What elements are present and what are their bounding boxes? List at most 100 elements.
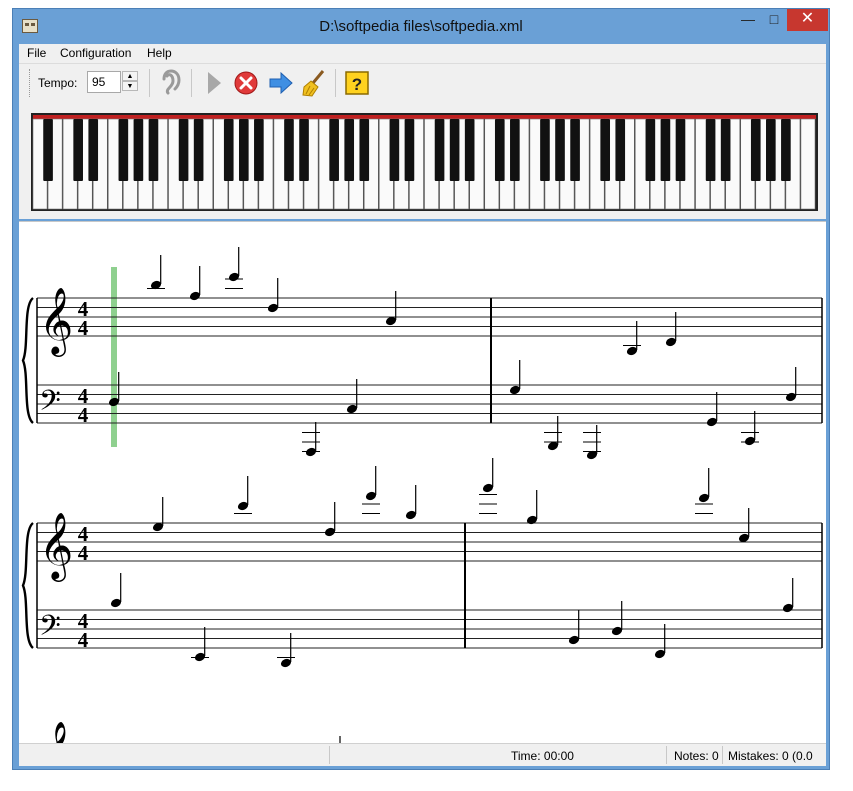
piano-keyboard[interactable] (19, 101, 826, 219)
black-key[interactable] (464, 119, 475, 181)
black-key[interactable] (43, 119, 53, 181)
black-key[interactable] (404, 119, 415, 181)
forward-button[interactable] (268, 69, 294, 97)
black-key[interactable] (555, 119, 565, 181)
black-key[interactable] (178, 119, 189, 181)
black-key[interactable] (299, 119, 309, 181)
black-key[interactable] (148, 119, 159, 181)
note (191, 627, 209, 662)
black-key[interactable] (238, 119, 249, 181)
black-key[interactable] (766, 119, 776, 181)
keyboard-felt (33, 115, 816, 119)
time-sig-bottom: 4 (78, 541, 89, 565)
black-key[interactable] (615, 119, 626, 181)
black-key[interactable] (329, 119, 339, 181)
tempo-input[interactable] (87, 71, 121, 93)
time-sig-bottom: 4 (78, 316, 89, 340)
status-mistakes: Mistakes: 0 (0.0 (728, 749, 813, 763)
black-key[interactable] (750, 119, 761, 181)
menu-bar: File Configuration Help (19, 44, 826, 63)
note (405, 485, 417, 520)
playback-cursor (111, 267, 117, 447)
help-button[interactable]: ? (344, 69, 370, 97)
note (611, 601, 623, 636)
note (706, 392, 718, 427)
black-key[interactable] (284, 119, 294, 181)
note (695, 468, 713, 514)
sheet-music: 𝄞𝄢4444𝄞𝄢4444𝄞4 (21, 247, 823, 744)
note (741, 411, 759, 446)
note (110, 573, 122, 608)
note (152, 497, 164, 532)
black-key[interactable] (675, 119, 686, 181)
note (302, 422, 320, 457)
time-sig-bottom: 4 (78, 403, 89, 427)
ear-icon (162, 69, 181, 95)
black-key[interactable] (449, 119, 460, 181)
black-key[interactable] (223, 119, 234, 181)
toolbar: Tempo: ▲ ▼ (19, 63, 826, 102)
menu-configuration[interactable]: Configuration (60, 46, 131, 60)
minimize-button[interactable]: — (735, 9, 761, 31)
black-key[interactable] (434, 119, 445, 181)
black-key[interactable] (600, 119, 611, 181)
stop-button[interactable] (233, 69, 259, 97)
note (568, 610, 580, 645)
black-key[interactable] (118, 119, 129, 181)
black-key[interactable] (133, 119, 144, 181)
treble-clef: 𝄞 (39, 286, 73, 357)
note (234, 476, 252, 514)
menu-file[interactable]: File (27, 46, 46, 60)
black-key[interactable] (88, 119, 99, 181)
status-notes: Notes: 0 (674, 749, 719, 763)
black-key[interactable] (720, 119, 731, 181)
close-button[interactable]: ✕ (787, 9, 828, 31)
note (544, 416, 562, 451)
status-bar: Time: 00:00 Notes: 0 Mistakes: 0 (0.0 (19, 743, 826, 766)
black-key[interactable] (389, 119, 400, 181)
listen-button[interactable] (159, 69, 185, 97)
black-key[interactable] (781, 119, 791, 181)
note (583, 425, 601, 460)
black-key[interactable] (540, 119, 550, 181)
window-title: D:\softpedia files\softpedia.xml (319, 18, 523, 35)
arrow-right-icon (269, 71, 293, 95)
note (324, 502, 336, 537)
play-button[interactable] (200, 69, 226, 97)
black-key[interactable] (254, 119, 264, 181)
note (189, 266, 201, 301)
maximize-button[interactable]: □ (761, 9, 787, 31)
note (147, 255, 165, 290)
note (509, 360, 521, 395)
help-icon: ? (345, 71, 369, 95)
time-sig-bottom: 4 (78, 628, 89, 652)
black-key[interactable] (344, 119, 355, 181)
black-key[interactable] (494, 119, 505, 181)
note (738, 508, 750, 543)
black-key[interactable] (193, 119, 204, 181)
white-key[interactable] (800, 118, 816, 210)
black-key[interactable] (660, 119, 671, 181)
black-key[interactable] (73, 119, 83, 181)
black-key[interactable] (705, 119, 716, 181)
brace (21, 522, 34, 649)
app-window: D:\softpedia files\softpedia.xml — □ ✕ F… (12, 8, 830, 770)
clear-button[interactable] (301, 69, 327, 97)
menu-help[interactable]: Help (147, 46, 172, 60)
note (782, 578, 794, 613)
black-key[interactable] (359, 119, 370, 181)
black-key[interactable] (645, 119, 656, 181)
spin-up-icon[interactable]: ▲ (122, 71, 138, 81)
tempo-stepper[interactable]: ▲ ▼ (122, 71, 138, 93)
bass-clef: 𝄢 (39, 384, 61, 424)
broom-icon (302, 70, 325, 97)
spin-down-icon[interactable]: ▼ (122, 81, 138, 91)
score-view[interactable]: 𝄞𝄢4444𝄞𝄢4444𝄞4 (19, 221, 826, 744)
black-key[interactable] (570, 119, 580, 181)
treble-clef: 𝄞 (39, 511, 73, 582)
note (479, 458, 497, 514)
note (225, 247, 243, 289)
black-key[interactable] (510, 119, 520, 181)
bass-clef: 𝄢 (39, 609, 61, 649)
title-bar: D:\softpedia files\softpedia.xml — □ ✕ (13, 9, 829, 43)
